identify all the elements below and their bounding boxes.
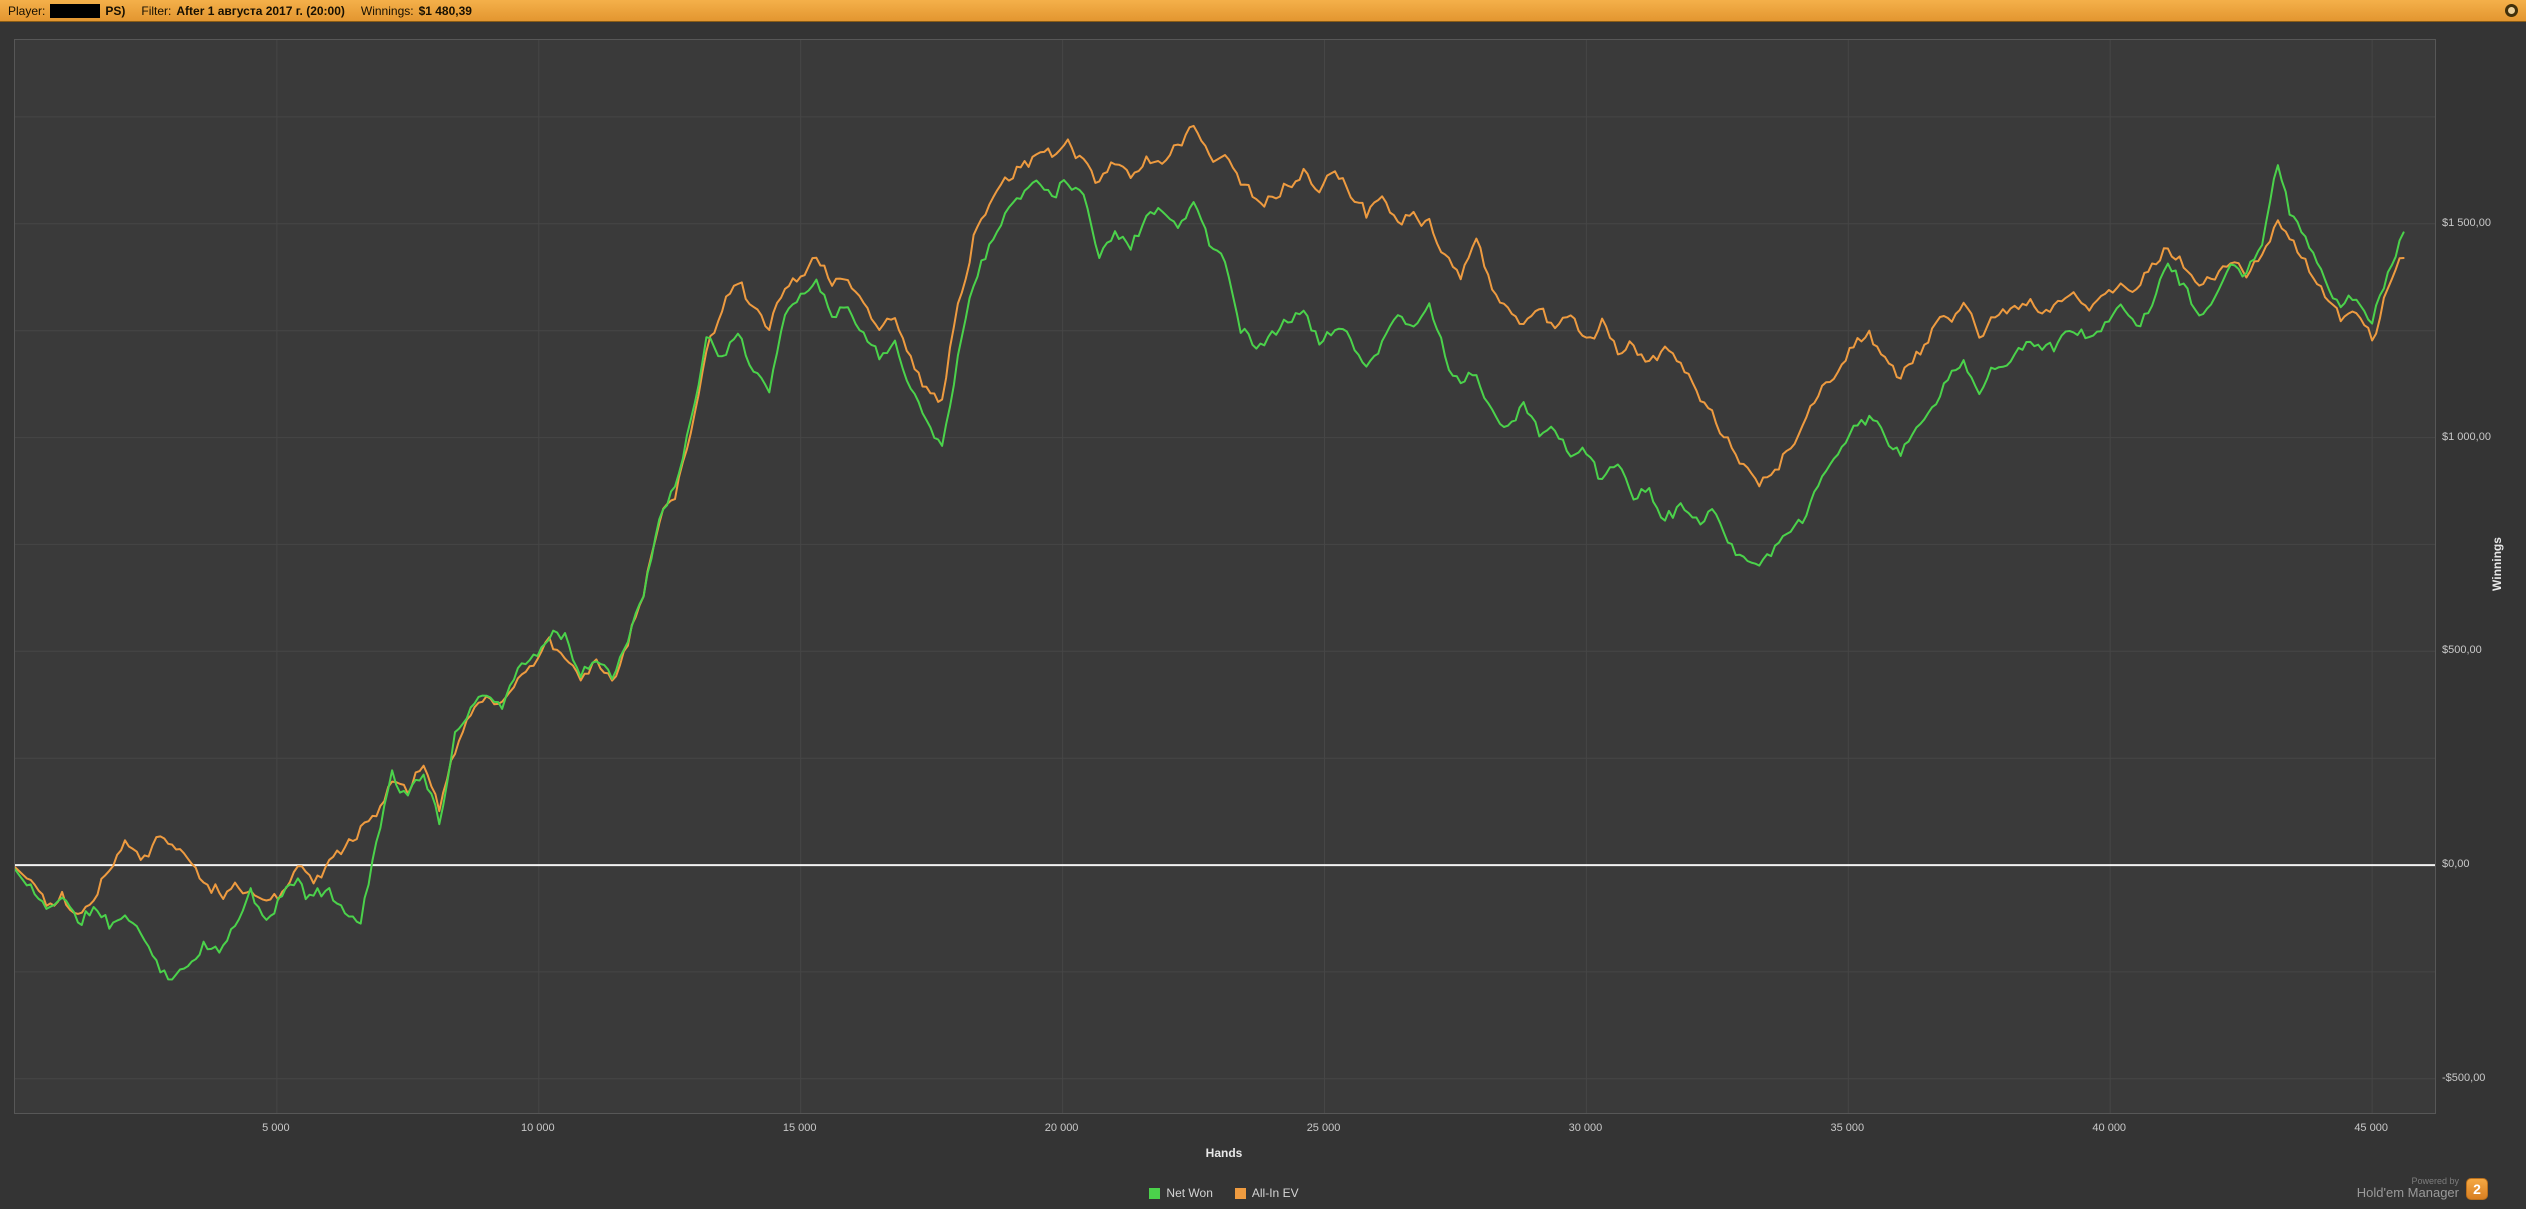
x-tick-label: 35 000: [1831, 1122, 1865, 1134]
x-tick-label: 20 000: [1045, 1122, 1079, 1134]
x-tick-label: 10 000: [521, 1122, 555, 1134]
x-tick-label: 5 000: [262, 1122, 290, 1134]
player-name-redacted: [50, 4, 100, 18]
y-tick-label: $0,00: [2442, 858, 2470, 870]
x-tick-label: 30 000: [1569, 1122, 1603, 1134]
legend-item-net-won[interactable]: Net Won: [1149, 1186, 1212, 1200]
winnings-label: Winnings:: [361, 4, 414, 18]
legend-item-all-in-ev[interactable]: All-In EV: [1235, 1186, 1299, 1200]
x-tick-label: 25 000: [1307, 1122, 1341, 1134]
winnings-value: $1 480,39: [419, 4, 472, 18]
series-line-net-won: [15, 165, 2404, 979]
y-axis-title: Winnings: [2490, 514, 2506, 614]
title-bar: Player: PS) Filter: After 1 августа 2017…: [0, 0, 2526, 22]
hm2-logo-icon: 2: [2466, 1178, 2488, 1200]
brand-text: Powered by Hold'em Manager: [2357, 1176, 2459, 1201]
legend-swatch-icon: [1149, 1188, 1160, 1199]
x-tick-label: 15 000: [783, 1122, 817, 1134]
chart-canvas: [15, 40, 2435, 1113]
y-tick-label: $1 500,00: [2442, 217, 2491, 229]
circle-icon[interactable]: [2505, 4, 2518, 17]
legend-swatch-icon: [1235, 1188, 1246, 1199]
filter-label: Filter:: [141, 4, 171, 18]
branding: Powered by Hold'em Manager 2: [2357, 1176, 2488, 1201]
legend-label: Net Won: [1166, 1186, 1212, 1200]
app-window: Player: PS) Filter: After 1 августа 2017…: [0, 0, 2526, 1209]
legend-label: All-In EV: [1252, 1186, 1299, 1200]
y-tick-label: -$500,00: [2442, 1072, 2485, 1084]
x-axis-title: Hands: [14, 1146, 2434, 1160]
player-label: Player:: [8, 4, 45, 18]
x-tick-label: 45 000: [2354, 1122, 2388, 1134]
x-tick-label: 40 000: [2092, 1122, 2126, 1134]
brand-name: Hold'em Manager: [2357, 1186, 2459, 1201]
player-suffix: PS): [105, 4, 125, 18]
winnings-graph: [14, 39, 2436, 1114]
legend: Net Won All-In EV: [14, 1186, 2434, 1200]
filter-value: After 1 августа 2017 г. (20:00): [176, 4, 345, 18]
y-tick-label: $500,00: [2442, 644, 2482, 656]
y-tick-label: $1 000,00: [2442, 431, 2491, 443]
